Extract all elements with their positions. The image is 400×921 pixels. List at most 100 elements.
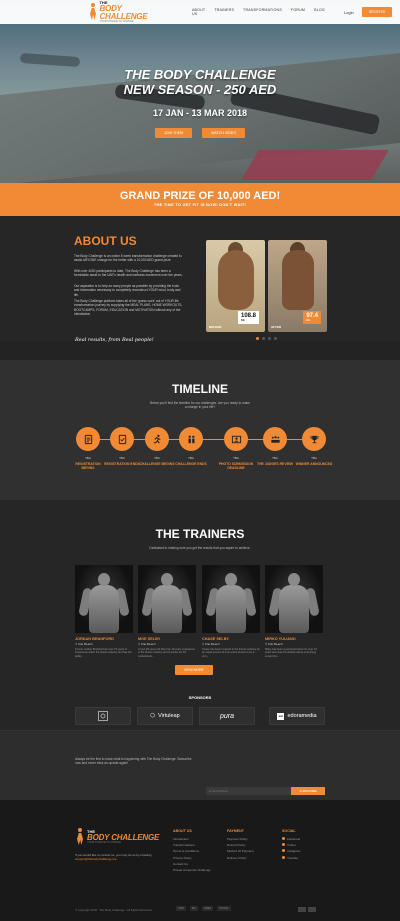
- trainer-card[interactable]: CHASE SELBY ⚲ Kite Beach Chase has been …: [202, 565, 260, 658]
- after-label: AFTER: [271, 325, 281, 329]
- footer-logo[interactable]: THE BODY CHALLENGE YOUR CHANCE TO CHANGE: [75, 828, 159, 846]
- view-more-button[interactable]: VIEW MORE: [175, 665, 213, 675]
- clipboard-icon: [76, 427, 100, 451]
- about-signature: Real results, from Real people!: [75, 337, 154, 343]
- trainer-bio: Chase has been involved in the fitness i…: [202, 648, 260, 658]
- footer-link-facebook[interactable]: Facebook: [282, 837, 300, 841]
- location-pin-icon: ⚲: [202, 642, 205, 646]
- subscribe-button[interactable]: SUBSCRIBE: [291, 787, 325, 795]
- trainer-card[interactable]: JORDAN BRANFORD ⚲ Kite Beach Former Jord…: [75, 565, 133, 658]
- timeline-item: TBA WINNER ANNOUNCED: [295, 427, 333, 466]
- email-input[interactable]: [206, 787, 291, 795]
- newsletter-section: Always be the first to know what is happ…: [0, 730, 400, 800]
- edoramedia-icon: em: [277, 712, 285, 720]
- footer-link-instagram[interactable]: Instagram: [282, 849, 300, 853]
- about-paragraph: Our aspiration is to help as many people…: [74, 284, 181, 297]
- footer-link-twitter[interactable]: Twitter: [282, 843, 300, 847]
- virtuleap-icon: ⬡: [150, 713, 156, 719]
- carousel-dot[interactable]: [256, 337, 259, 340]
- mastercard-icon: MC: [189, 906, 198, 911]
- site-logo[interactable]: THE BODY CHALLENGE YOUR CHANCE TO CHANGE: [88, 0, 168, 24]
- trainer-name: MOE SELBY: [138, 637, 161, 641]
- footer-link[interactable]: Terms & Conditions: [173, 849, 211, 853]
- logo-figure-icon: [88, 3, 97, 21]
- about-paragraph: With over 4000 participants to date, The…: [74, 269, 183, 278]
- nav-link-about[interactable]: ABOUT US: [192, 8, 205, 16]
- trainer-location: ⚲ Kite Beach: [202, 642, 220, 646]
- trainer-bio: Former Jordan Branford has over 15 years…: [75, 648, 132, 658]
- footer-description: If you would like to contact us, you may…: [75, 853, 152, 861]
- footer-link[interactable]: Refund Policy: [227, 843, 254, 847]
- footer-link[interactable]: Delivery Policy: [227, 856, 254, 860]
- carousel-dot[interactable]: [268, 337, 271, 340]
- sponsor-logo[interactable]: [75, 707, 131, 725]
- sponsor-logo[interactable]: ⬡ Virtuleap: [137, 707, 193, 725]
- trainer-name: JORDAN BRANFORD: [75, 637, 114, 641]
- carousel-dot[interactable]: [274, 337, 277, 340]
- about-heading: ABOUT US: [74, 234, 137, 248]
- location-pin-icon: ⚲: [75, 642, 78, 646]
- trainer-location: ⚲ Kite Beach: [138, 642, 156, 646]
- nav-link-forum[interactable]: FORUM: [291, 8, 305, 16]
- prize-title: GRAND PRIZE OF 10,000 AED!: [119, 190, 281, 202]
- timeline-section: TIMELINE Below you'll find the timeline …: [0, 360, 400, 500]
- join-them-button[interactable]: JOIN THEM: [154, 128, 193, 138]
- trainer-photo: [138, 565, 196, 633]
- location-pin-icon: ⚲: [138, 642, 141, 646]
- timeline-subtitle: Below you'll find the timeline for our c…: [150, 401, 250, 410]
- youtube-icon: [282, 855, 285, 859]
- nav-link-transformations[interactable]: TRANSFORMATIONS: [243, 8, 282, 16]
- nav-link-blog[interactable]: BLOG: [314, 8, 325, 16]
- about-section: ABOUT US The Body Challenge is an online…: [0, 216, 400, 343]
- footer: THE BODY CHALLENGE YOUR CHANCE TO CHANGE…: [0, 800, 400, 921]
- prize-subtitle: THE TIME TO GET FIT IS NOW! DON'T WAIT!: [153, 203, 247, 207]
- footer-link-youtube[interactable]: Youtube: [282, 855, 300, 860]
- footer-link[interactable]: Contact Us: [173, 862, 211, 866]
- logo-figure-icon: [75, 828, 85, 846]
- amex-icon: AMEX: [201, 906, 214, 911]
- footer-link[interactable]: Payment Policy: [227, 837, 254, 841]
- after-weight: 97.4 KG: [303, 311, 321, 324]
- trainers-subtitle: Dedicated to making sure you get the res…: [149, 546, 251, 550]
- footer-link[interactable]: Privacy Policy: [173, 856, 211, 860]
- footer-link[interactable]: Transformations: [173, 843, 211, 847]
- login-link[interactable]: Login: [344, 10, 354, 15]
- register-button[interactable]: REGISTER: [361, 7, 392, 17]
- footer-link[interactable]: Introduction: [173, 837, 211, 841]
- before-weight: 108.8 KG: [237, 311, 259, 324]
- paypal-icon: PAYPAL: [217, 906, 231, 911]
- sponsor-logo[interactable]: em edoramedia: [269, 707, 325, 725]
- trainer-photo: [265, 565, 323, 633]
- trainer-card[interactable]: MOE SELBY ⚲ Kite Beach At just 28 years …: [138, 565, 196, 658]
- before-photo: 108.8 KG BEFORE: [206, 240, 265, 332]
- newsletter-text: Always be the first to know what is happ…: [75, 757, 192, 766]
- nav-link-trainers[interactable]: TRAINERS: [214, 8, 234, 16]
- visa-icon: VISA: [176, 906, 186, 911]
- carousel-dot[interactable]: [262, 337, 265, 340]
- trophy-icon: [302, 427, 326, 451]
- timeline-item: TBA THE JUDGES REVIEW: [256, 427, 294, 466]
- timeline-item: TBA REGISTRATION BEGINS: [69, 427, 107, 470]
- trainers-section: THE TRAINERS Dedicated to making sure yo…: [0, 500, 400, 730]
- trainer-photo: [202, 565, 260, 633]
- footer-link[interactable]: Method Of Payment: [227, 849, 254, 853]
- instagram-icon: [282, 849, 285, 853]
- watch-video-button[interactable]: WATCH VIDEO: [202, 128, 246, 138]
- trainer-bio: At just 28 years old Moe has 10 years ex…: [138, 648, 195, 658]
- timeline-heading: TIMELINE: [172, 382, 228, 396]
- people-icon: [179, 427, 203, 451]
- support-email-link[interactable]: support@thebodychallenge.me: [75, 857, 117, 861]
- twitter-icon: [282, 843, 285, 847]
- copyright-text: © Copyright 2018 · The Body Challenge · …: [75, 908, 152, 912]
- trainer-location: ⚲ Kite Beach: [265, 642, 283, 646]
- trainer-card[interactable]: MIRKO YULIANO ⚲ Kite Beach Mirko has bee…: [265, 565, 323, 658]
- sponsors-heading: SPONSORS: [188, 695, 212, 700]
- timeline-item: TBA CHALLENGE BEGINS: [138, 427, 176, 466]
- footer-column-social: SOCIAL Facebook Twitter Instagram Youtub…: [282, 829, 301, 860]
- after-photo: 97.4 KG AFTER: [268, 240, 327, 332]
- footer-link[interactable]: Private Corporate Challenge: [173, 868, 211, 872]
- sponsor-logo[interactable]: pura: [199, 707, 255, 725]
- runner-icon: [145, 427, 169, 451]
- top-nav: THE BODY CHALLENGE YOUR CHANCE TO CHANGE…: [0, 0, 400, 24]
- hero-banner: THE BODY CHALLENGE NEW SEASON - 250 AED …: [0, 0, 400, 183]
